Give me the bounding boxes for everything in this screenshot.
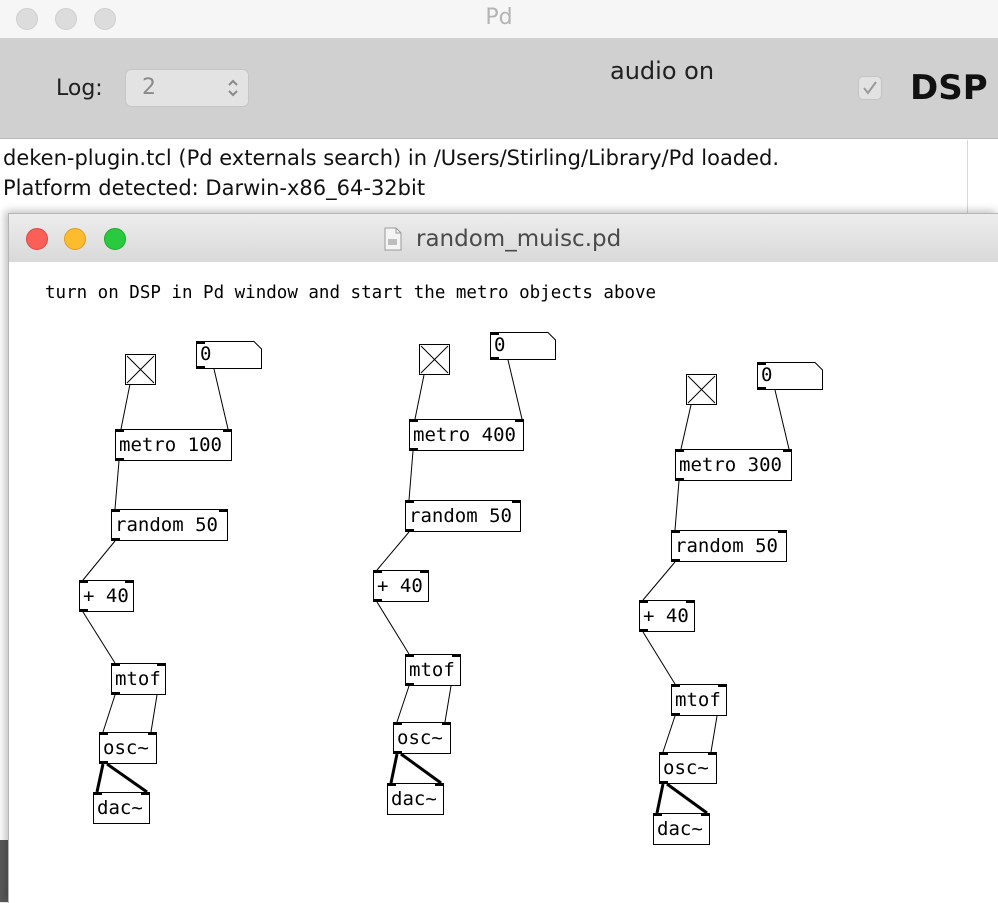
control-cord [408, 450, 414, 501]
patch-titlebar[interactable]: random_muisc.pd [9, 214, 998, 263]
control-cord [444, 685, 452, 723]
maximize-button[interactable] [104, 228, 126, 250]
log-level-value: 2 [142, 75, 156, 100]
osc-object[interactable]: osc~ [99, 732, 157, 764]
object-label: + 40 [377, 575, 423, 597]
metro-object[interactable]: metro 400 [409, 419, 524, 451]
osc-object[interactable]: osc~ [659, 752, 717, 784]
control-cord [680, 404, 692, 450]
console-line: deken-plugin.tcl (Pd externals search) i… [3, 146, 780, 170]
control-cord [774, 389, 790, 450]
log-label: Log: [56, 76, 103, 101]
control-cord [120, 383, 131, 430]
object-label: mtof [115, 668, 161, 690]
signal-cord [389, 753, 399, 784]
dsp-checkbox[interactable] [858, 76, 882, 100]
random-object[interactable]: random 50 [671, 530, 787, 562]
patch-window: random_muisc.pd turn on DSP in Pd window… [8, 213, 998, 903]
control-cord [662, 715, 676, 753]
control-cord [376, 601, 410, 655]
number-box-value: 0 [761, 364, 773, 386]
object-label: osc~ [663, 757, 709, 779]
object-label: mtof [675, 689, 721, 711]
stepper-arrows-icon [228, 79, 238, 97]
signal-cord [400, 752, 442, 785]
mtof-object[interactable]: mtof [671, 684, 727, 716]
object-label: + 40 [643, 605, 689, 627]
osc-object[interactable]: osc~ [393, 722, 451, 754]
object-label: dac~ [97, 797, 143, 819]
object-label: osc~ [103, 737, 149, 759]
control-cord [376, 531, 410, 571]
object-label: dac~ [391, 788, 437, 810]
object-label: metro 100 [119, 434, 222, 456]
control-cord [114, 460, 120, 510]
signal-cord [95, 763, 105, 793]
control-cord [710, 715, 718, 753]
log-level-select[interactable]: 2 [125, 69, 249, 107]
dac-object[interactable]: dac~ [93, 792, 150, 824]
number-box-value: 0 [494, 334, 506, 356]
object-label: mtof [409, 659, 455, 681]
number-box[interactable]: 0 [196, 341, 262, 369]
control-cord [642, 631, 676, 685]
add-object[interactable]: + 40 [79, 580, 134, 612]
control-cord [414, 374, 425, 420]
mtof-object[interactable]: mtof [111, 663, 166, 695]
object-label: random 50 [115, 514, 218, 536]
number-box[interactable]: 0 [757, 362, 823, 390]
add-object[interactable]: + 40 [639, 600, 695, 632]
object-label: metro 300 [679, 454, 782, 476]
add-object[interactable]: + 40 [373, 570, 429, 602]
object-label: metro 400 [413, 424, 516, 446]
number-box-value: 0 [200, 343, 212, 365]
object-label: osc~ [397, 727, 443, 749]
minimize-button[interactable] [64, 228, 86, 250]
mtof-object[interactable]: mtof [405, 654, 461, 686]
patch-canvas[interactable]: turn on DSP in Pd window and start the m… [9, 262, 998, 903]
number-box[interactable]: 0 [490, 332, 556, 360]
object-label: random 50 [675, 535, 778, 557]
dac-object[interactable]: dac~ [653, 813, 710, 845]
pd-window-title: Pd [485, 5, 513, 30]
control-cord [674, 480, 680, 531]
control-cord [642, 561, 676, 601]
random-object[interactable]: random 50 [111, 509, 228, 541]
toggle[interactable] [125, 354, 156, 385]
object-label: + 40 [83, 585, 129, 607]
control-cord [150, 694, 158, 733]
signal-cord [106, 762, 148, 794]
dsp-label: DSP [910, 68, 988, 108]
control-cord [102, 694, 116, 733]
random-object[interactable]: random 50 [405, 500, 521, 532]
pd-titlebar: Pd [0, 0, 998, 39]
metro-object[interactable]: metro 100 [115, 429, 232, 461]
object-label: random 50 [409, 505, 512, 527]
console-scrollbar[interactable] [967, 140, 968, 220]
control-cord [507, 359, 523, 420]
dac-object[interactable]: dac~ [387, 783, 444, 815]
close-button[interactable] [26, 228, 48, 250]
patch-filename: random_muisc.pd [416, 226, 622, 252]
document-icon [384, 227, 402, 251]
signal-cord [666, 782, 708, 815]
control-cord [213, 368, 229, 430]
checkmark-icon [863, 81, 877, 95]
object-label: dac~ [657, 818, 703, 840]
audio-status: audio on [610, 57, 715, 85]
metro-object[interactable]: metro 300 [675, 449, 792, 481]
control-cord [396, 685, 410, 723]
control-cord [82, 540, 116, 581]
signal-cord [655, 783, 665, 814]
control-cord [82, 611, 116, 664]
toggle[interactable] [419, 344, 450, 375]
toggle[interactable] [686, 374, 717, 405]
console-line: Platform detected: Darwin-x86_64-32bit [3, 176, 426, 200]
patch-comment: turn on DSP in Pd window and start the m… [45, 283, 657, 303]
